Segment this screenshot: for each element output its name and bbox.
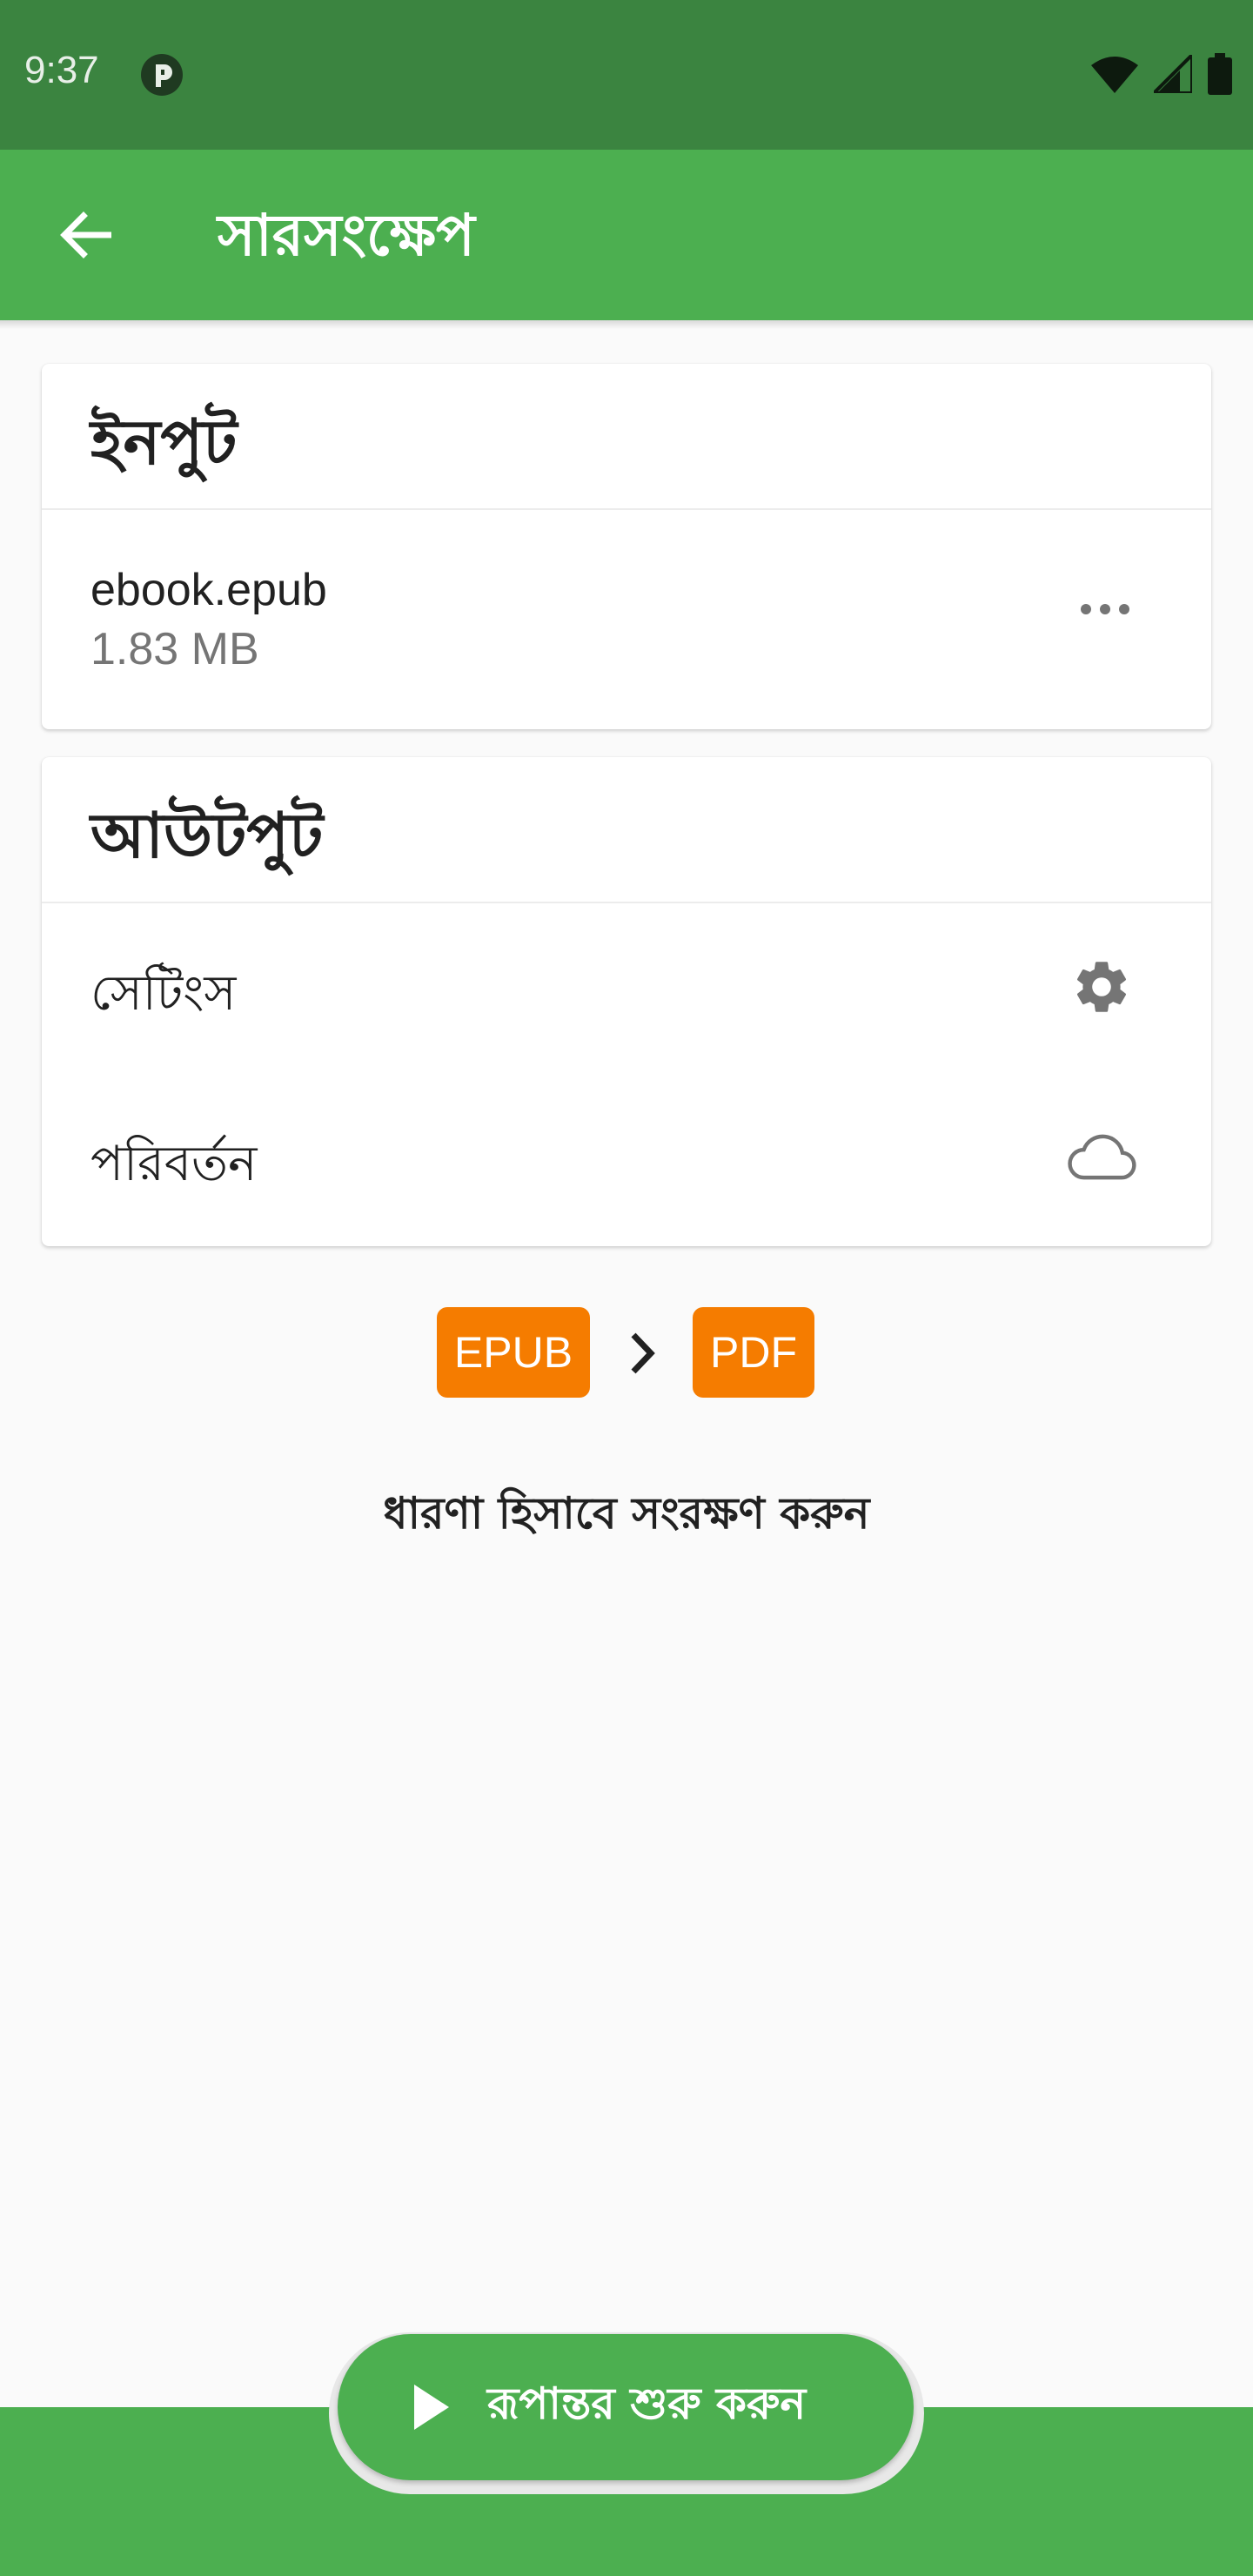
page-title: সারসংক্ষেপ [218, 202, 475, 269]
input-file-row[interactable]: ebook.epub 1.83 MB [42, 510, 1211, 728]
input-card-title: ইনপুট [90, 406, 238, 479]
gear-icon [1076, 962, 1127, 1012]
settings-label: সেটিংস [90, 965, 237, 1022]
settings-row[interactable]: সেটিংস [42, 903, 1211, 1074]
more-options-button[interactable] [1079, 592, 1131, 627]
convert-row[interactable]: পরিবর্তন [42, 1074, 1211, 1244]
settings-button[interactable] [1067, 952, 1136, 1022]
input-card: ইনপুট ebook.epub 1.83 MB [42, 364, 1211, 729]
status-time: 9:37 [24, 49, 99, 91]
back-button[interactable] [44, 193, 127, 277]
cloud-button[interactable] [1067, 1123, 1136, 1192]
convert-label: পরিবর্তন [90, 1136, 258, 1192]
file-name: ebook.epub [90, 565, 327, 615]
arrow-left-icon [60, 211, 111, 258]
format-conversion: EPUB PDF [0, 1307, 1253, 1399]
chevron-right-icon [631, 1332, 655, 1374]
more-horiz-icon [1081, 604, 1129, 614]
output-card-header: আউটপুট [42, 757, 1211, 903]
output-card-title: আউটপুট [90, 799, 324, 872]
cloud-icon [1068, 1134, 1136, 1180]
target-format-chip: PDF [693, 1307, 814, 1398]
toolbar: সারসংক্ষেপ [0, 150, 1253, 320]
play-icon [414, 2385, 449, 2430]
toolbar-shadow [0, 320, 1253, 329]
wifi-icon [1091, 57, 1138, 93]
source-format-chip: EPUB [437, 1307, 590, 1398]
save-as-concept-button[interactable]: ধারণা হিসাবে সংরক্ষণ করুন [0, 1481, 1253, 1553]
battery-icon [1208, 53, 1232, 95]
output-card: আউটপুট সেটিংস পরিবর্তন [42, 757, 1211, 1246]
start-conversion-button[interactable]: রূপান্তর শুরু করুন [338, 2334, 914, 2480]
signal-icon [1154, 55, 1192, 93]
input-card-header: ইনপুট [42, 364, 1211, 510]
app-notification-icon [141, 54, 183, 96]
status-bar: 9:37 [0, 0, 1253, 150]
start-conversion-label: রূপান্তর শুরু করুন [487, 2378, 807, 2429]
file-size: 1.83 MB [90, 624, 259, 674]
